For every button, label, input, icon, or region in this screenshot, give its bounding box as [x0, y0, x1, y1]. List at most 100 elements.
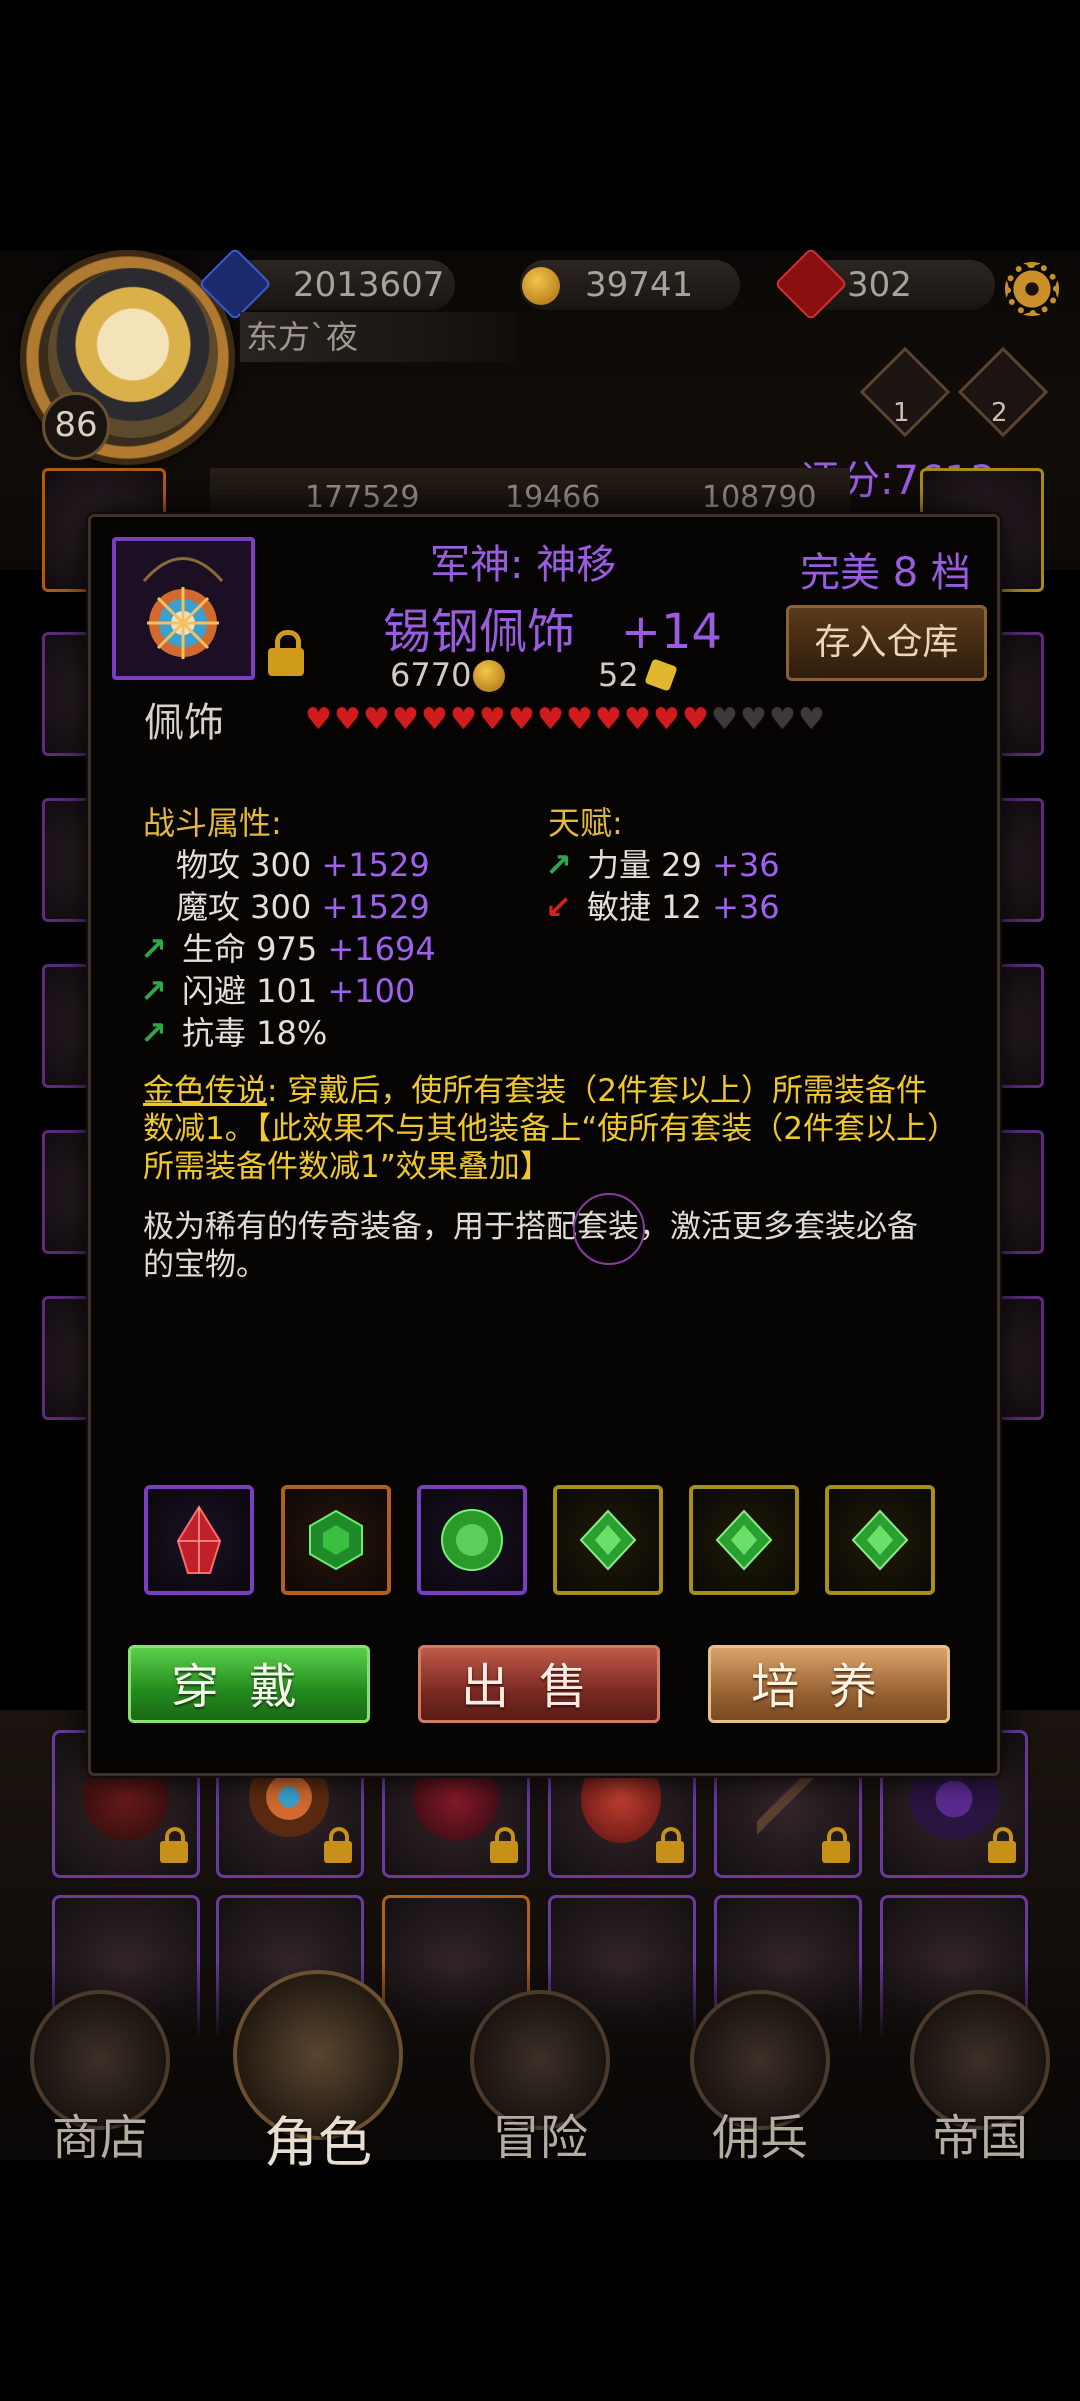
heart-icon: ♥ [508, 702, 535, 737]
piece-count: 52 [598, 656, 639, 694]
attribute-row: ↙ 敏捷 12 +36 [545, 882, 780, 928]
coin-icon [473, 660, 505, 692]
lock-icon [490, 1827, 518, 1863]
nav-mercenary[interactable]: 佣兵 [680, 1990, 840, 2166]
heart-icon: ♥ [769, 702, 796, 737]
pendant-icon [142, 557, 224, 659]
attribute-bonus: +36 [712, 888, 780, 926]
player-name: 东方`夜 [240, 312, 516, 362]
rank-badge-1-label: 1 [893, 398, 910, 428]
quality-grade: 完美 8 档 [800, 550, 971, 596]
heart-icon: ♥ [595, 702, 622, 737]
arrow-up-icon: ↗ [140, 1014, 167, 1052]
nav-mercenary-label: 佣兵 [711, 2110, 808, 2166]
heart-icon: ♥ [421, 702, 448, 737]
nav-shop-label: 商店 [51, 2110, 148, 2166]
enhance-hearts: ♥♥♥♥♥♥♥♥♥♥♥♥♥♥♥♥♥♥ [305, 702, 827, 737]
arrow-up-icon: ↗ [140, 930, 167, 968]
lock-icon [160, 1827, 188, 1863]
heart-icon: ♥ [392, 702, 419, 737]
heart-icon: ♥ [450, 702, 477, 737]
attribute-bonus: +100 [327, 972, 416, 1010]
heart-icon: ♥ [363, 702, 390, 737]
store-in-warehouse-button[interactable]: 存入仓库 [786, 605, 987, 681]
gem-slot[interactable] [281, 1485, 391, 1595]
equip-button[interactable]: 穿戴 [128, 1645, 370, 1723]
nav-adventure[interactable]: 冒险 [460, 1990, 620, 2166]
gem-slot[interactable] [144, 1485, 254, 1595]
gold-counter: 39741 [520, 260, 740, 310]
arrow-up-icon: ↗ [545, 846, 572, 884]
attribute-bonus: +1529 [321, 846, 430, 884]
gem-slot[interactable] [825, 1485, 935, 1595]
heart-icon: ♥ [479, 702, 506, 737]
slot-type-label: 佩饰 [144, 700, 224, 746]
gold-value: 39741 [585, 265, 694, 305]
gem-slot[interactable] [553, 1485, 663, 1595]
lock-icon [656, 1827, 684, 1863]
gold-price: 6770 [390, 656, 472, 694]
nav-empire-label: 帝国 [931, 2110, 1028, 2166]
nav-shop[interactable]: 商店 [20, 1990, 180, 2166]
stats-strip: 177529 19466 108790 [210, 468, 850, 518]
attribute-bonus: +1694 [327, 930, 436, 968]
item-icon-frame [112, 537, 255, 680]
ruby-value: 302 [847, 265, 912, 305]
attribute-row: ↗ 生命 975 +1694 [140, 924, 436, 970]
attribute-bonus: +36 [712, 846, 780, 884]
attribute-row: ↗ 力量 29 +36 [545, 840, 780, 886]
lock-icon [988, 1827, 1016, 1863]
heart-icon: ♥ [682, 702, 709, 737]
diamond-gem-icon [851, 1509, 909, 1571]
attribute-base: 力量 29 [587, 846, 713, 884]
gems-counter: 2013607 [198, 247, 455, 321]
nav-character-label: 角色 [264, 2111, 372, 2174]
touch-indicator [573, 1193, 645, 1265]
set-name: 军神: 神移 [430, 542, 617, 588]
heart-icon: ♥ [740, 702, 767, 737]
ruby-counter: 302 [774, 247, 995, 321]
lock-icon [324, 1827, 352, 1863]
nav-character[interactable]: 角色 [233, 1970, 403, 2174]
sell-button[interactable]: 出售 [418, 1645, 660, 1723]
ruby-gem-icon [176, 1505, 222, 1574]
attribute-row: 魔攻 300 +1529 [140, 882, 430, 928]
coin-icon [522, 267, 560, 305]
gem-slot[interactable] [689, 1485, 799, 1595]
item-description: 极为稀有的传奇装备，用于搭配套装，激活更多套装必备的宝物。 [143, 1209, 918, 1283]
attribute-base: 生命 975 [182, 930, 328, 968]
arrow-down-icon: ↙ [545, 888, 572, 926]
gem-slot[interactable] [417, 1485, 527, 1595]
diamond-gem-icon [579, 1509, 637, 1571]
train-button[interactable]: 培养 [708, 1645, 950, 1723]
legend-heading: 金色传说 [143, 1073, 267, 1109]
heart-icon: ♥ [711, 702, 738, 737]
attribute-row: 物攻 300 +1529 [140, 840, 430, 886]
player-level-badge: 86 [42, 392, 110, 460]
gems-value: 2013607 [293, 265, 445, 305]
item-name: 锡钢佩饰 +14 [383, 604, 723, 660]
attribute-row: ↗ 闪避 101 +100 [140, 966, 415, 1012]
gear-icon[interactable] [1005, 262, 1059, 316]
heart-icon: ♥ [798, 702, 825, 737]
lock-icon[interactable] [268, 630, 304, 676]
arrow-up-icon: ↗ [140, 972, 167, 1010]
combat-attributes-title: 战斗属性: [143, 804, 282, 842]
attribute-base: 物攻 300 [176, 846, 322, 884]
legendary-effect: 金色传说: 穿戴后，使所有套装（2件套以上）所需装备件数减1。【此效果不与其他装… [143, 1072, 943, 1186]
attribute-bonus: +1529 [321, 888, 430, 926]
attribute-base: 魔攻 300 [176, 888, 322, 926]
nav-empire[interactable]: 帝国 [900, 1990, 1060, 2166]
emerald-gem-icon [309, 1509, 363, 1571]
attribute-row: ↗ 抗毒 18% [140, 1008, 327, 1054]
heart-icon: ♥ [624, 702, 651, 737]
attribute-base: 闪避 101 [182, 972, 328, 1010]
talent-title: 天赋: [548, 804, 623, 842]
nav-adventure-label: 冒险 [491, 2110, 588, 2166]
diamond-gem-icon [715, 1509, 773, 1571]
heart-icon: ♥ [653, 702, 680, 737]
heart-icon: ♥ [537, 702, 564, 737]
heart-icon: ♥ [334, 702, 361, 737]
heart-icon: ♥ [566, 702, 593, 737]
heart-icon: ♥ [305, 702, 332, 737]
